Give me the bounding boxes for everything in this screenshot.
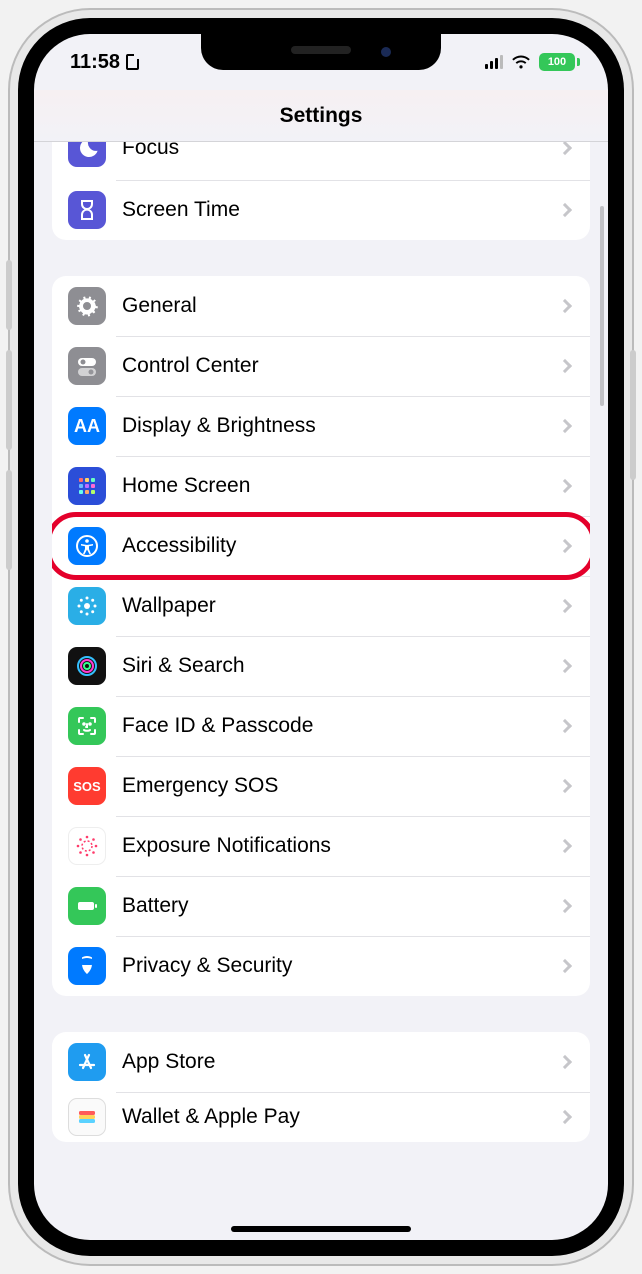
privacy-icon bbox=[68, 947, 106, 985]
status-time: 11:58 bbox=[70, 51, 120, 74]
cellular-icon bbox=[485, 55, 503, 69]
row-label: Display & Brightness bbox=[122, 414, 560, 438]
faceid-icon bbox=[68, 707, 106, 745]
notch bbox=[201, 34, 441, 70]
display-icon: AA bbox=[68, 407, 106, 445]
row-label: Privacy & Security bbox=[122, 954, 560, 978]
row-wallet[interactable]: Wallet & Apple Pay bbox=[52, 1092, 590, 1142]
row-controlcenter[interactable]: Control Center bbox=[52, 336, 590, 396]
volume-down-button bbox=[6, 470, 12, 570]
status-left: 11:58 bbox=[70, 51, 139, 74]
settings-group-store: App Store Wallet & Apple Pay bbox=[52, 1032, 590, 1142]
chevron-right-icon bbox=[558, 779, 572, 793]
chevron-right-icon bbox=[558, 959, 572, 973]
chevron-right-icon bbox=[558, 479, 572, 493]
status-right: 100 bbox=[485, 53, 580, 71]
row-label: Accessibility bbox=[122, 534, 560, 558]
row-siri[interactable]: Siri & Search bbox=[52, 636, 590, 696]
chevron-right-icon bbox=[558, 203, 572, 217]
chevron-right-icon bbox=[558, 1055, 572, 1069]
screen: 11:58 100 Settings bbox=[34, 34, 608, 1240]
wallet-icon bbox=[68, 1098, 106, 1136]
phone-frame: 11:58 100 Settings bbox=[10, 10, 632, 1264]
chevron-right-icon bbox=[558, 299, 572, 313]
power-button bbox=[630, 350, 636, 480]
chevron-right-icon bbox=[558, 599, 572, 613]
volume-up-button bbox=[6, 350, 12, 450]
home-indicator[interactable] bbox=[231, 1226, 411, 1232]
settings-group-time: Focus Screen Time bbox=[52, 142, 590, 240]
row-wallpaper[interactable]: Wallpaper bbox=[52, 576, 590, 636]
row-exposure[interactable]: Exposure Notifications bbox=[52, 816, 590, 876]
row-privacy[interactable]: Privacy & Security bbox=[52, 936, 590, 996]
row-focus[interactable]: Focus bbox=[52, 142, 590, 180]
phone-bezel: 11:58 100 Settings bbox=[18, 18, 624, 1256]
row-label: App Store bbox=[122, 1050, 560, 1074]
content-area[interactable]: Focus Screen Time bbox=[34, 142, 608, 1240]
row-display[interactable]: AA Display & Brightness bbox=[52, 396, 590, 456]
battery-percent: 100 bbox=[548, 56, 566, 68]
chevron-right-icon bbox=[558, 419, 572, 433]
screentime-icon bbox=[68, 191, 106, 229]
controlcenter-icon bbox=[68, 347, 106, 385]
sos-icon: SOS bbox=[68, 767, 106, 805]
exposure-icon bbox=[68, 827, 106, 865]
page-title: Settings bbox=[280, 104, 363, 128]
row-label: Emergency SOS bbox=[122, 774, 560, 798]
settings-group-general: General Control Center AA bbox=[52, 276, 590, 996]
chevron-right-icon bbox=[558, 142, 572, 155]
siri-icon bbox=[68, 647, 106, 685]
row-label: Siri & Search bbox=[122, 654, 560, 678]
chevron-right-icon bbox=[558, 839, 572, 853]
row-appstore[interactable]: App Store bbox=[52, 1032, 590, 1092]
focus-icon bbox=[68, 142, 106, 167]
battery-icon: 100 bbox=[539, 53, 580, 71]
homescreen-icon bbox=[68, 467, 106, 505]
front-camera bbox=[381, 47, 391, 57]
row-label: Focus bbox=[122, 142, 560, 160]
row-label: Control Center bbox=[122, 354, 560, 378]
scroll-indicator bbox=[600, 206, 604, 406]
chevron-right-icon bbox=[558, 539, 572, 553]
chevron-right-icon bbox=[558, 719, 572, 733]
row-sos[interactable]: SOS Emergency SOS bbox=[52, 756, 590, 816]
battery-row-icon bbox=[68, 887, 106, 925]
row-accessibility[interactable]: Accessibility bbox=[52, 516, 590, 576]
chevron-right-icon bbox=[558, 899, 572, 913]
nav-header: Settings bbox=[34, 90, 608, 142]
appstore-icon bbox=[68, 1043, 106, 1081]
mute-switch bbox=[6, 260, 12, 330]
row-general[interactable]: General bbox=[52, 276, 590, 336]
speaker-grille bbox=[291, 46, 351, 54]
chevron-right-icon bbox=[558, 659, 572, 673]
chevron-right-icon bbox=[558, 1110, 572, 1124]
row-label: General bbox=[122, 294, 560, 318]
general-icon bbox=[68, 287, 106, 325]
row-battery[interactable]: Battery bbox=[52, 876, 590, 936]
sos-icon-text: SOS bbox=[73, 779, 100, 794]
row-label: Face ID & Passcode bbox=[122, 714, 560, 738]
accessibility-icon bbox=[68, 527, 106, 565]
row-label: Wallet & Apple Pay bbox=[122, 1105, 560, 1129]
row-label: Battery bbox=[122, 894, 560, 918]
row-faceid[interactable]: Face ID & Passcode bbox=[52, 696, 590, 756]
row-homescreen[interactable]: Home Screen bbox=[52, 456, 590, 516]
wifi-icon bbox=[511, 54, 531, 70]
sim-icon bbox=[126, 54, 139, 70]
row-label: Wallpaper bbox=[122, 594, 560, 618]
row-screentime[interactable]: Screen Time bbox=[52, 180, 590, 240]
row-label: Home Screen bbox=[122, 474, 560, 498]
chevron-right-icon bbox=[558, 359, 572, 373]
row-label: Screen Time bbox=[122, 198, 560, 222]
row-label: Exposure Notifications bbox=[122, 834, 560, 858]
wallpaper-icon bbox=[68, 587, 106, 625]
